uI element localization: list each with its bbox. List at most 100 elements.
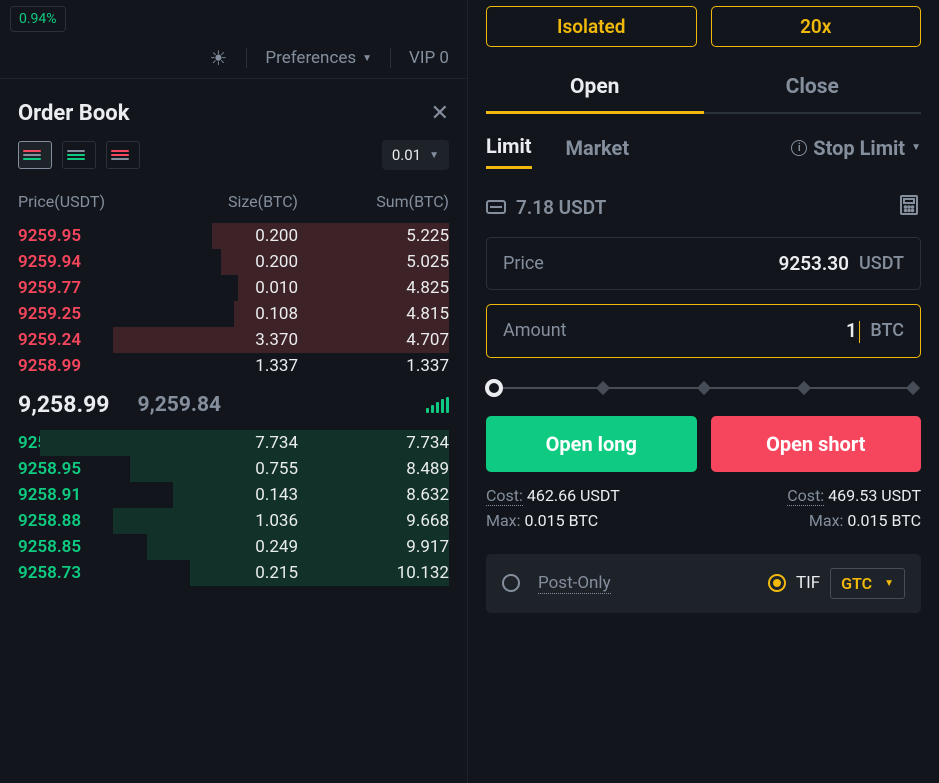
- info-icon: i: [791, 140, 807, 156]
- tab-open[interactable]: Open: [486, 63, 704, 114]
- cost-label-short: Cost:: [787, 486, 824, 506]
- cost-label-long: Cost:: [486, 486, 523, 506]
- stop-limit-label: Stop Limit: [813, 136, 905, 160]
- orderbook-view-toggle: [18, 141, 140, 169]
- col-price: Price(USDT): [18, 192, 168, 211]
- amount-unit: BTC: [870, 320, 904, 341]
- row-sum: 5.225: [298, 226, 449, 246]
- open-long-button[interactable]: Open long: [486, 416, 697, 472]
- row-sum: 4.707: [298, 330, 449, 350]
- row-sum: 10.132: [298, 563, 449, 583]
- mark-price: 9,259.84: [138, 393, 222, 417]
- price-field[interactable]: Price 9253.30 USDT: [486, 237, 921, 290]
- orderbook-bid-row[interactable]: 9258.987.7347.734: [18, 430, 449, 456]
- row-price: 9258.85: [18, 537, 168, 557]
- amount-slider[interactable]: [486, 378, 921, 398]
- row-price: 9259.95: [18, 226, 168, 246]
- leverage-button[interactable]: 20x: [711, 6, 922, 47]
- tab-market[interactable]: Market: [566, 136, 630, 168]
- precision-dropdown[interactable]: 0.01 ▼: [382, 140, 449, 170]
- brightness-icon[interactable]: ☀: [208, 48, 228, 68]
- row-size: 1.337: [168, 356, 298, 376]
- row-price: 9259.25: [18, 304, 168, 324]
- view-bids-icon[interactable]: [62, 141, 96, 169]
- orderbook-bid-row[interactable]: 9258.910.1438.632: [18, 482, 449, 508]
- available-balance: 7.18 USDT: [486, 196, 606, 219]
- tif-label: TIF: [796, 573, 820, 593]
- chevron-down-icon: ▼: [911, 142, 921, 153]
- order-options: Post-Only TIF GTC ▼: [486, 554, 921, 613]
- orderbook-title: Order Book: [18, 101, 129, 126]
- view-asks-icon[interactable]: [106, 141, 140, 169]
- orderbook-ask-row[interactable]: 9259.243.3704.707: [18, 327, 449, 353]
- depth-bars-icon[interactable]: [426, 397, 449, 413]
- orderbook-ask-row[interactable]: 9258.991.3371.337: [18, 353, 449, 379]
- tab-close[interactable]: Close: [704, 63, 922, 114]
- price-input: 9253.30: [778, 252, 849, 275]
- chevron-down-icon: ▼: [362, 53, 372, 64]
- row-size: 0.200: [168, 252, 298, 272]
- orderbook-bid-row[interactable]: 9258.881.0369.668: [18, 508, 449, 534]
- chevron-down-icon: ▼: [429, 150, 439, 161]
- orderbook-bid-row[interactable]: 9258.850.2499.917: [18, 534, 449, 560]
- row-sum: 4.815: [298, 304, 449, 324]
- row-sum: 8.632: [298, 485, 449, 505]
- orderbook-ask-row[interactable]: 9259.940.2005.025: [18, 249, 449, 275]
- margin-mode-button[interactable]: Isolated: [486, 6, 697, 47]
- max-label-short: Max:: [809, 511, 843, 530]
- amount-field[interactable]: Amount 1 BTC: [486, 304, 921, 358]
- preferences-label: Preferences: [265, 48, 356, 68]
- orderbook-ask-row[interactable]: 9259.770.0104.825: [18, 275, 449, 301]
- row-size: 0.143: [168, 485, 298, 505]
- open-close-tabs: Open Close: [486, 63, 921, 114]
- row-size: 0.200: [168, 226, 298, 246]
- row-size: 0.755: [168, 459, 298, 479]
- last-price: 9,258.99: [18, 391, 110, 418]
- price-label: Price: [503, 253, 544, 274]
- change-percent-badge: 0.94%: [10, 6, 66, 32]
- price-unit: USDT: [859, 253, 904, 274]
- wallet-icon: [486, 200, 506, 214]
- postonly-radio[interactable]: [502, 574, 520, 592]
- max-label-long: Max:: [486, 511, 520, 530]
- cost-short: 469.53 USDT: [828, 486, 921, 505]
- max-long: 0.015 BTC: [524, 511, 598, 530]
- orderbook-bid-row[interactable]: 9258.730.21510.132: [18, 560, 449, 586]
- amount-input: 1: [846, 319, 860, 343]
- orderbook-ask-row[interactable]: 9259.250.1084.815: [18, 301, 449, 327]
- tab-stop-limit[interactable]: i Stop Limit ▼: [791, 136, 921, 168]
- row-price: 9258.73: [18, 563, 168, 583]
- order-type-tabs: Limit Market i Stop Limit ▼: [486, 114, 921, 169]
- orderbook-columns: Price(USDT) Size(BTC) Sum(BTC): [0, 186, 467, 223]
- row-size: 0.215: [168, 563, 298, 583]
- row-sum: 9.668: [298, 511, 449, 531]
- orderbook-ask-row[interactable]: 9259.950.2005.225: [18, 223, 449, 249]
- calculator-icon[interactable]: [897, 193, 921, 221]
- row-size: 3.370: [168, 330, 298, 350]
- cost-long: 462.66 USDT: [527, 486, 620, 505]
- row-sum: 7.734: [298, 433, 449, 453]
- row-size: 7.734: [168, 433, 298, 453]
- row-price: 9259.94: [18, 252, 168, 272]
- view-both-icon[interactable]: [18, 141, 52, 169]
- open-short-button[interactable]: Open short: [711, 416, 922, 472]
- row-sum: 5.025: [298, 252, 449, 272]
- orderbook-bid-row[interactable]: 9258.950.7558.489: [18, 456, 449, 482]
- tif-dropdown[interactable]: GTC ▼: [830, 568, 905, 599]
- row-sum: 1.337: [298, 356, 449, 376]
- tif-value: GTC: [841, 574, 872, 593]
- col-sum: Sum(BTC): [298, 192, 449, 211]
- amount-label: Amount: [503, 320, 567, 341]
- row-size: 0.249: [168, 537, 298, 557]
- close-icon[interactable]: ✕: [431, 101, 449, 126]
- row-price: 9259.77: [18, 278, 168, 298]
- slider-thumb[interactable]: [485, 379, 503, 397]
- postonly-label: Post-Only: [538, 573, 611, 594]
- row-price: 9258.91: [18, 485, 168, 505]
- chevron-down-icon: ▼: [884, 578, 894, 589]
- tab-limit[interactable]: Limit: [486, 134, 532, 169]
- row-sum: 8.489: [298, 459, 449, 479]
- tif-radio[interactable]: [768, 574, 786, 592]
- row-sum: 9.917: [298, 537, 449, 557]
- preferences-dropdown[interactable]: Preferences ▼: [246, 48, 372, 68]
